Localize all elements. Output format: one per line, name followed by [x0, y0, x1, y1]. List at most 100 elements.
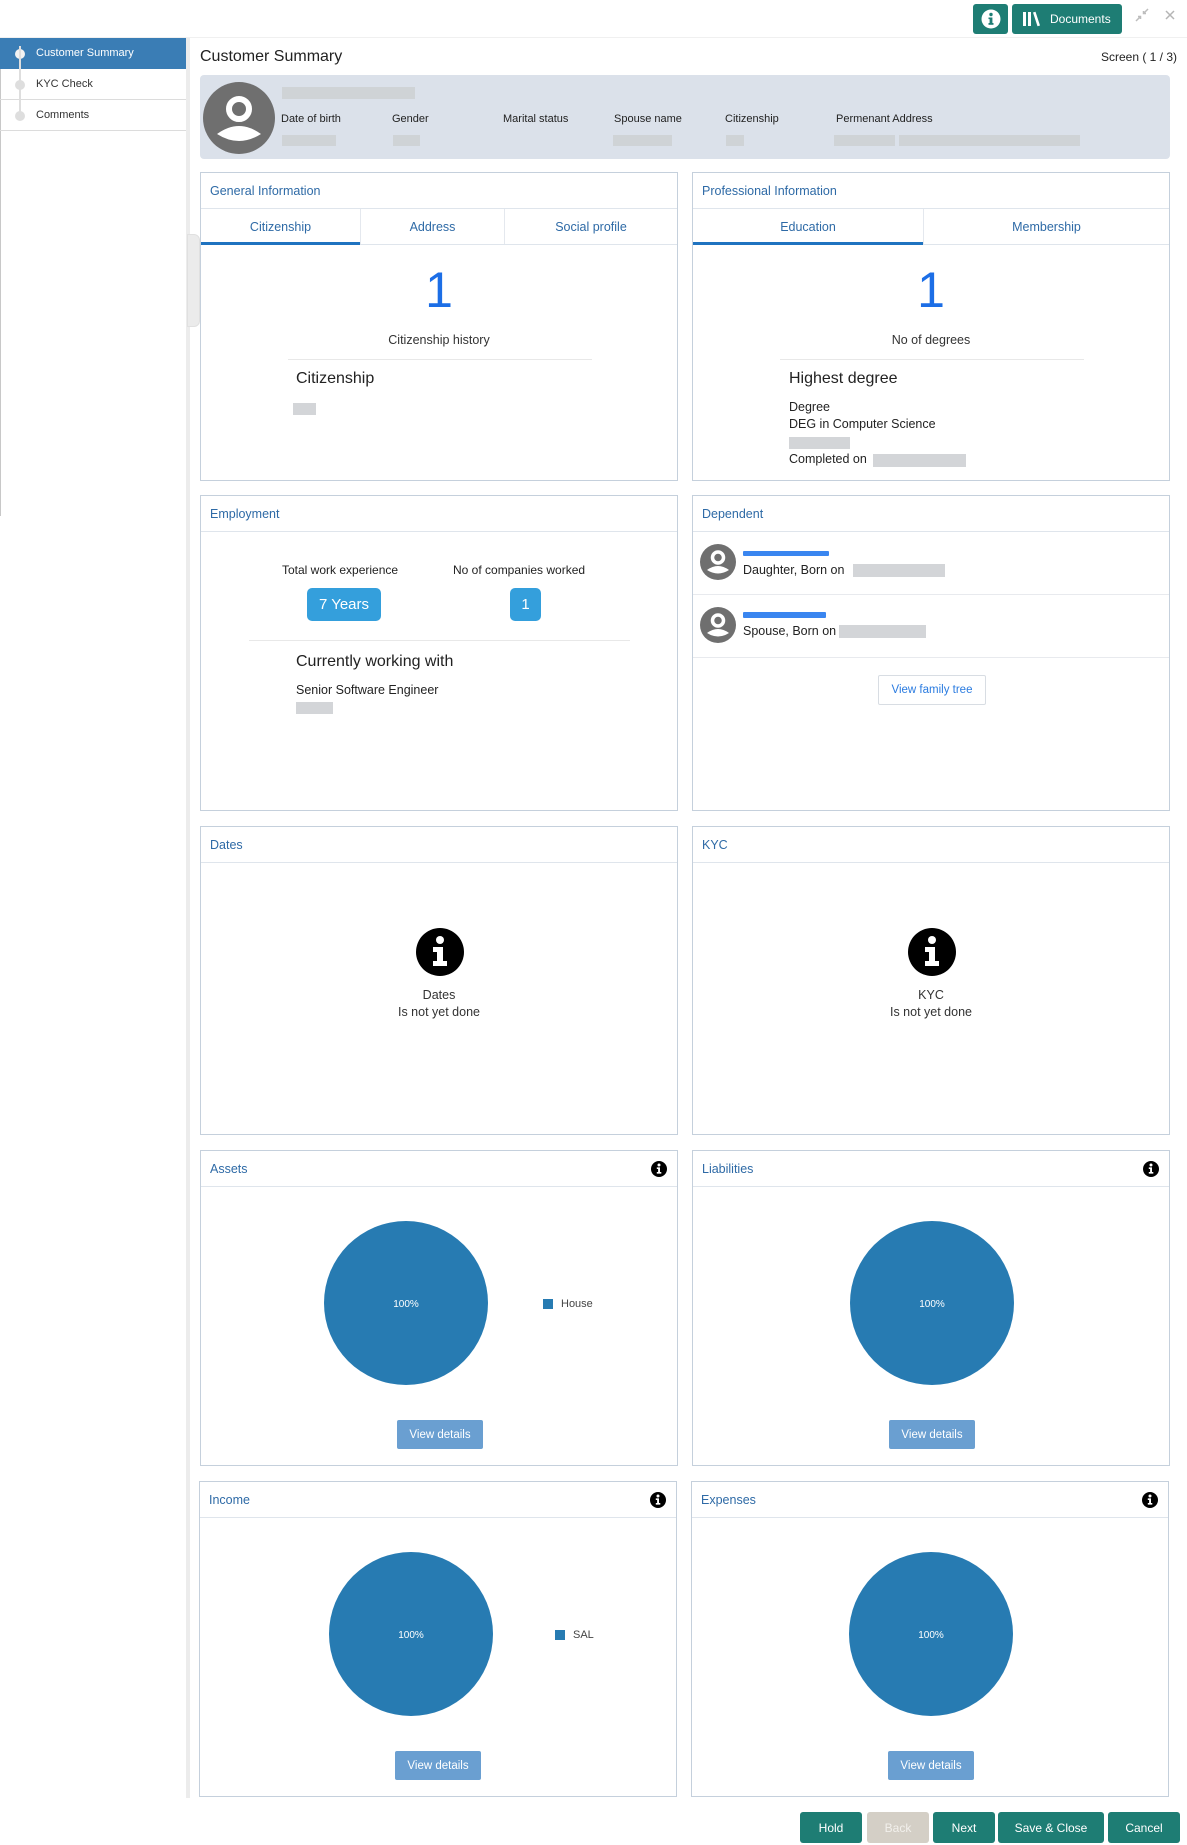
card-title: Dates: [201, 827, 677, 863]
close-x-icon: [1165, 10, 1175, 20]
dependent-relation: Spouse, Born on: [743, 624, 837, 638]
save-close-button[interactable]: Save & Close: [998, 1812, 1104, 1843]
experience-label: Total work experience: [282, 563, 399, 577]
next-button[interactable]: Next: [933, 1812, 995, 1843]
sidebar-item-label: Customer Summary: [36, 47, 134, 59]
page-title: Customer Summary: [200, 48, 343, 65]
customer-profile-banner: Date of birth Gender Marital status Spou…: [200, 75, 1170, 159]
dependent-dob-redacted: [853, 564, 945, 577]
completed-on-label: Completed on: [789, 452, 867, 466]
legend-item: SAL: [555, 1629, 594, 1641]
card-title: Professional Information: [693, 173, 1169, 209]
user-avatar-icon: [203, 82, 275, 154]
status-text: Is not yet done: [397, 1005, 480, 1019]
professional-info-tabs: Education Membership: [693, 209, 1169, 245]
dependent-item[interactable]: Daughter, Born on: [693, 533, 1169, 595]
profile-value-spouse-redacted: [613, 135, 672, 146]
profile-label-gender: Gender: [392, 113, 429, 125]
profile-value-address-redacted-1: [834, 135, 895, 146]
legend-label: House: [561, 1298, 593, 1310]
back-button[interactable]: Back: [867, 1812, 929, 1843]
employer-redacted: [296, 702, 333, 714]
top-toolbar: Documents: [0, 0, 1187, 38]
pie-slice-label: 100%: [393, 1299, 419, 1310]
close-button[interactable]: [1164, 8, 1176, 25]
card-title: General Information: [201, 173, 677, 209]
divider: [249, 640, 630, 641]
legend-label: SAL: [573, 1629, 594, 1641]
info-circle-icon: [416, 928, 464, 976]
user-avatar-icon: [700, 607, 736, 643]
documents-label: Documents: [1050, 12, 1111, 26]
income-card: Income 100% SAL View details: [199, 1481, 677, 1797]
customer-name-redacted: [282, 87, 415, 99]
sidebar-item-comments[interactable]: Comments: [0, 100, 186, 131]
dependent-relation: Daughter, Born on: [743, 563, 845, 577]
citizenship-count-label: Citizenship history: [388, 333, 490, 347]
screen-indicator: Screen ( 1 / 3): [1100, 50, 1177, 64]
tab-education[interactable]: Education: [693, 209, 924, 245]
institution-redacted: [789, 437, 850, 449]
step-connector-line: [19, 46, 21, 118]
companies-label: No of companies worked: [453, 563, 586, 577]
card-title: KYC: [693, 827, 1169, 863]
liabilities-card: Liabilities 100% View details: [692, 1150, 1170, 1466]
view-details-button[interactable]: View details: [397, 1420, 483, 1449]
profile-label-spouse-name: Spouse name: [614, 113, 682, 125]
sidebar-item-customer-summary[interactable]: Customer Summary: [0, 38, 186, 69]
info-button[interactable]: [973, 4, 1008, 34]
profile-value-dob-redacted: [282, 135, 336, 146]
employment-card: Employment Total work experience 7 Years…: [200, 495, 678, 811]
card-title: Employment: [201, 496, 677, 532]
minimize-button[interactable]: [1135, 8, 1149, 26]
status-title: KYC: [918, 988, 944, 1002]
profile-label-dob: Date of birth: [281, 113, 341, 125]
view-details-button[interactable]: View details: [888, 1751, 974, 1780]
view-details-button[interactable]: View details: [395, 1751, 481, 1780]
legend-item: House: [543, 1298, 593, 1310]
user-avatar-icon: [700, 544, 736, 580]
sidebar-item-kyc-check[interactable]: KYC Check: [0, 69, 186, 100]
documents-button[interactable]: Documents: [1012, 4, 1122, 34]
tab-citizenship[interactable]: Citizenship: [201, 209, 361, 245]
compress-arrows-icon: [1135, 8, 1149, 22]
profile-label-marital-status: Marital status: [503, 113, 569, 125]
tab-membership[interactable]: Membership: [924, 209, 1169, 244]
degree-count-label: No of degrees: [891, 333, 971, 347]
card-title: Dependent: [693, 496, 1169, 532]
status-title: Dates: [422, 988, 456, 1002]
profile-value-gender-redacted: [393, 135, 420, 146]
legend-swatch: [555, 1630, 565, 1640]
divider: [780, 359, 1084, 360]
pie-slice-label: 100%: [918, 1630, 944, 1641]
legend-swatch: [543, 1299, 553, 1309]
tab-social-profile[interactable]: Social profile: [505, 209, 677, 244]
cancel-button[interactable]: Cancel: [1108, 1812, 1180, 1843]
view-details-button[interactable]: View details: [889, 1420, 975, 1449]
degree-label: Degree: [789, 400, 830, 414]
pie-slice-label: 100%: [919, 1299, 945, 1310]
dependent-card: Dependent Daughter, Born on Spouse, Born…: [692, 495, 1170, 811]
dependent-item[interactable]: Spouse, Born on: [693, 596, 1169, 658]
dates-card: Dates Dates Is not yet done: [200, 826, 678, 1135]
profile-value-address-redacted-2: [899, 135, 1080, 146]
designation: Senior Software Engineer: [296, 683, 439, 697]
library-books-icon: [1023, 11, 1040, 27]
experience-badge: 7 Years: [307, 588, 381, 621]
professional-information-card: Professional Information Education Membe…: [692, 172, 1170, 481]
sidebar: Customer Summary KYC Check Comments: [0, 38, 186, 131]
general-info-tabs: Citizenship Address Social profile: [201, 209, 677, 245]
hold-button[interactable]: Hold: [800, 1812, 862, 1843]
section-title: Currently working with: [296, 653, 454, 670]
view-family-tree-button[interactable]: View family tree: [878, 675, 986, 705]
expenses-card: Expenses 100% View details: [691, 1481, 1169, 1797]
citizenship-count: 1: [425, 262, 453, 318]
info-circle-icon: [981, 9, 1000, 29]
kyc-card: KYC KYC Is not yet done: [692, 826, 1170, 1135]
tab-address[interactable]: Address: [361, 209, 505, 244]
profile-label-address: Permenant Address: [836, 113, 933, 125]
sidebar-resize-handle[interactable]: [187, 234, 200, 327]
sidebar-item-label: KYC Check: [36, 78, 93, 90]
pie-slice-label: 100%: [398, 1630, 424, 1641]
dependent-dob-redacted: [839, 625, 926, 638]
